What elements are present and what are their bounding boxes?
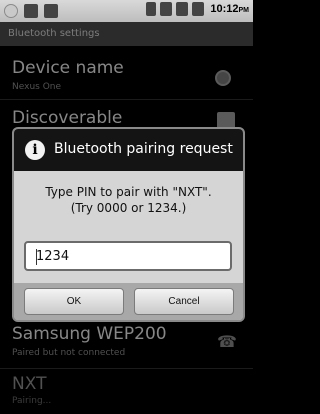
sd-card-icon [44, 4, 58, 18]
bluetooth-icon [146, 2, 157, 16]
clock: 10:12PM [210, 3, 249, 15]
pin-value: 1234 [36, 249, 70, 264]
sms-icon [176, 2, 189, 16]
text-cursor [36, 249, 37, 265]
pin-input[interactable]: 1234 [24, 241, 232, 271]
info-icon: i [25, 140, 45, 160]
pairing-dialog: i Bluetooth pairing request Type PIN to … [12, 127, 245, 322]
title-bar: Bluetooth settings [0, 22, 253, 46]
notification-icon [4, 4, 18, 18]
dialog-title: Bluetooth pairing request [54, 141, 233, 157]
dialog-message: Type PIN to pair with "NXT". (Try 0000 o… [14, 184, 243, 216]
dialog-header: i Bluetooth pairing request [14, 129, 243, 171]
status-icons: 10:12PM [146, 2, 249, 16]
dialog-button-bar: OK Cancel [14, 283, 243, 320]
dialog-message-line1: Type PIN to pair with "NXT". [45, 185, 212, 199]
page-title: Bluetooth settings [8, 28, 100, 39]
dialog-message-line2: (Try 0000 or 1234.) [70, 201, 187, 215]
screen: 10:12PM Bluetooth settings Device name N… [0, 0, 253, 414]
cancel-button[interactable]: Cancel [134, 288, 234, 315]
usb-icon [24, 4, 38, 18]
status-bar: 10:12PM [0, 0, 253, 22]
alarm-icon [192, 2, 205, 16]
3g-signal-icon [160, 2, 173, 16]
ok-button[interactable]: OK [24, 288, 124, 315]
